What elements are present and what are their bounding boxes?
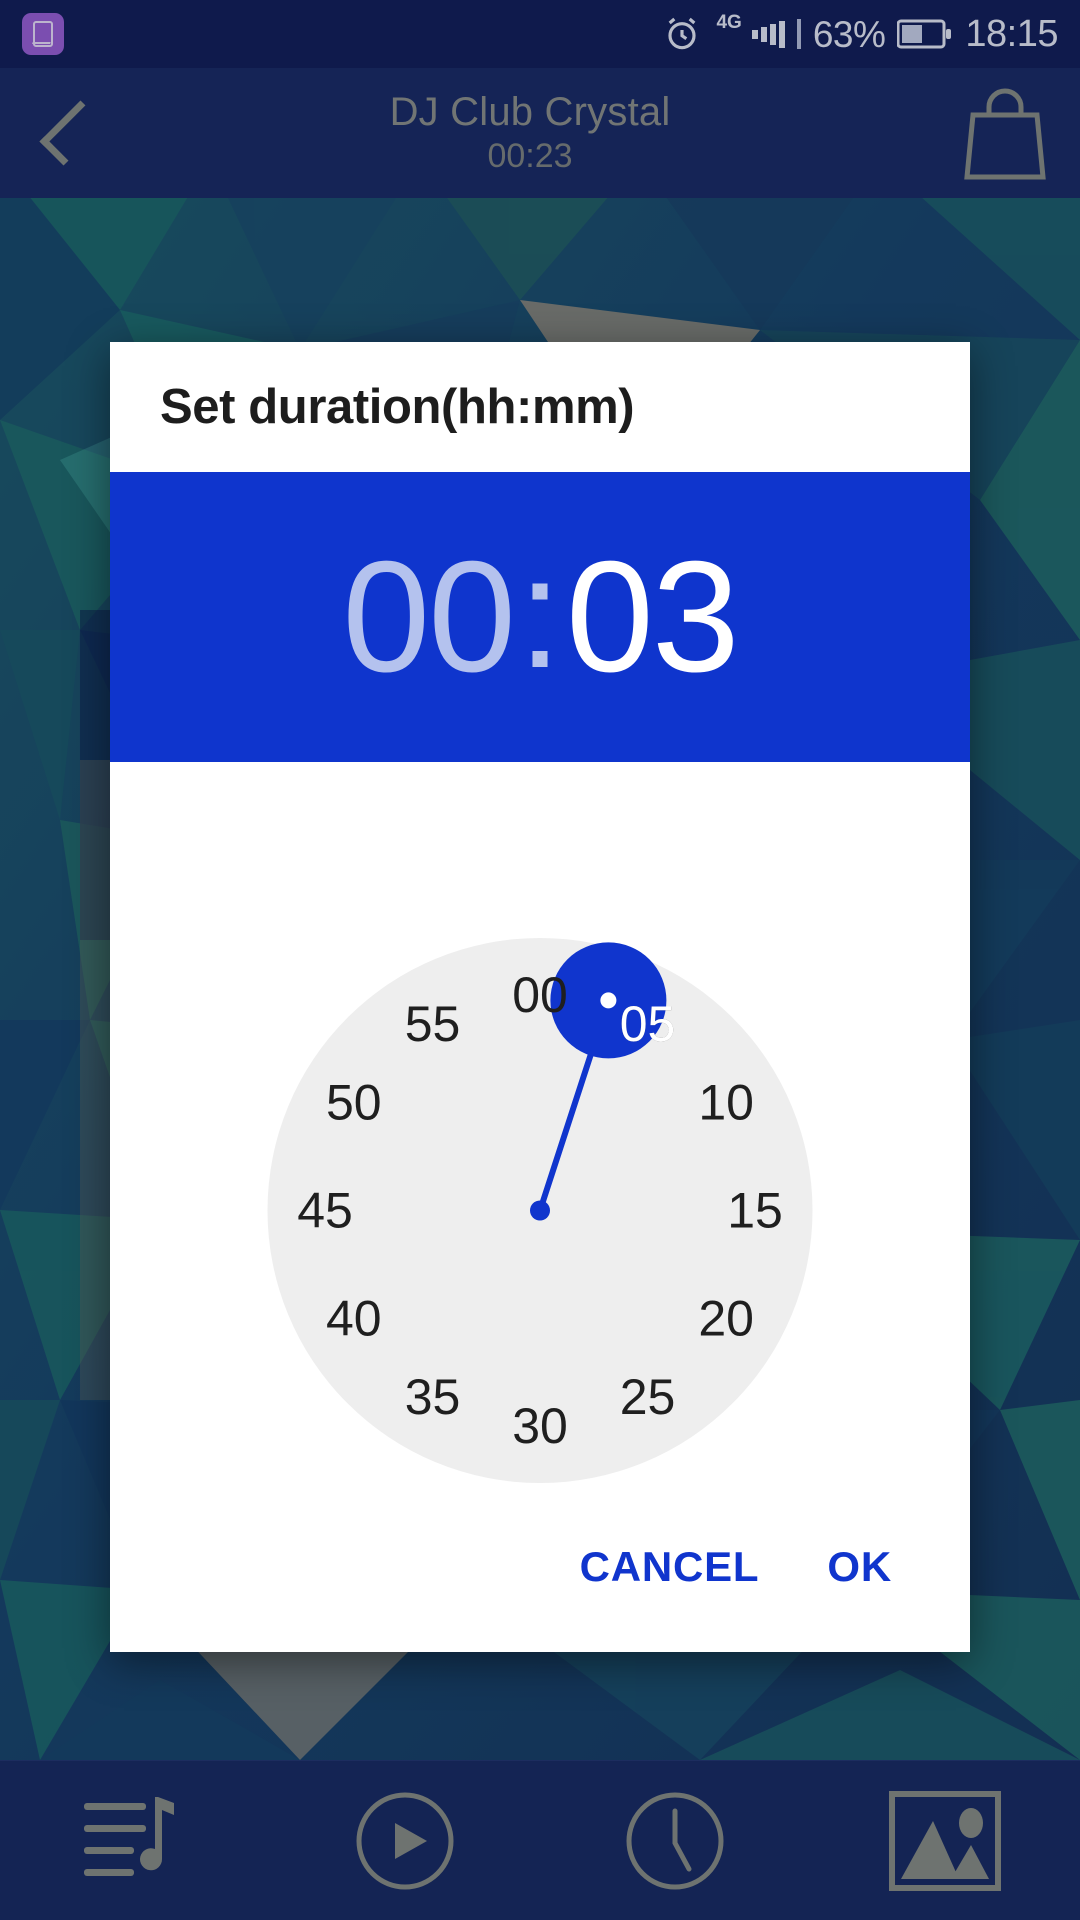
clock-label-50: 50 <box>326 1075 382 1131</box>
clock-label-45: 45 <box>297 1183 353 1239</box>
clock-label-10: 10 <box>698 1075 754 1131</box>
dialog-action-row: CANCEL OK <box>110 1482 970 1652</box>
clock-face[interactable]: 00 05 10 15 20 25 30 35 40 45 50 55 05 <box>267 938 813 1483</box>
clock-label-30: 30 <box>512 1398 568 1454</box>
dialog-title: Set duration(hh:mm) <box>160 380 635 434</box>
clock-selector-center-dot <box>600 992 617 1009</box>
set-duration-dialog: Set duration(hh:mm) 00 : 03 00 05 10 15 … <box>110 342 970 1652</box>
clock-label-00: 00 <box>512 967 568 1023</box>
cancel-button[interactable]: CANCEL <box>556 1529 784 1605</box>
clock-label-55: 55 <box>405 996 461 1052</box>
clock-picker-area: 00 05 10 15 20 25 30 35 40 45 50 55 05 <box>110 762 970 1483</box>
clock-label-15: 15 <box>727 1183 783 1239</box>
ok-button[interactable]: OK <box>803 1529 916 1605</box>
clock-label-35: 35 <box>405 1369 461 1425</box>
time-display-bar: 00 : 03 <box>110 472 970 762</box>
clock-label-20: 20 <box>698 1291 754 1347</box>
clock-label-40: 40 <box>326 1291 382 1347</box>
clock-label-05-overlay: 05 <box>620 996 676 1052</box>
time-separator: : <box>518 525 562 701</box>
clock-label-25: 25 <box>620 1369 676 1425</box>
phone-screen: 4G 63% 18:15 DJ Club Crystal 00:23 Set d… <box>0 0 1080 1920</box>
hours-field[interactable]: 00 <box>342 538 516 696</box>
clock-center-pivot <box>530 1200 550 1221</box>
minutes-field[interactable]: 03 <box>566 538 740 696</box>
